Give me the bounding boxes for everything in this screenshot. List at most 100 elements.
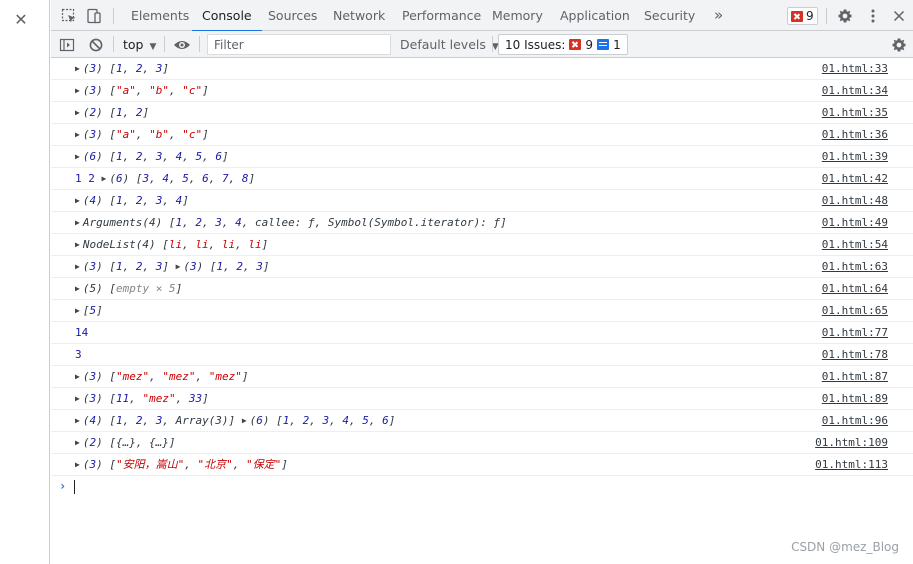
toolbar-divider <box>826 8 827 24</box>
toolbar-divider <box>164 36 165 52</box>
issues-error-count: 9 <box>585 37 594 52</box>
source-link[interactable]: 01.html:48 <box>822 190 888 211</box>
console-message[interactable]: ▶ (3) ["安阳，嵩山", "北京", "保定"] <box>75 454 288 475</box>
close-devtools-icon[interactable] <box>891 8 907 24</box>
filter-input[interactable] <box>207 34 391 55</box>
source-link[interactable]: 01.html:49 <box>822 212 888 233</box>
console-message[interactable]: ▶ (5) [empty × 5] <box>75 278 182 299</box>
tab-memory[interactable]: Memory <box>492 0 543 31</box>
source-link[interactable]: 01.html:96 <box>822 410 888 431</box>
devtools-tabbar: Elements Console Sources Network Perform… <box>51 0 913 32</box>
console-row: ▶ (3) [1, 2, 3] ▶ (3) [1, 2, 3] 01.html:63 <box>51 256 913 278</box>
console-message[interactable]: ▶ (3) ["a", "b", "c"] <box>75 80 209 101</box>
settings-gear-icon[interactable] <box>837 8 853 24</box>
source-link[interactable]: 01.html:87 <box>822 366 888 387</box>
console-message[interactable]: ▶ (3) [11, "mez", 33] <box>75 388 209 409</box>
console-toolbar: top ▼ Default levels▼ 10 Issues: 9 1 <box>51 31 913 58</box>
log-levels-label: Default levels <box>400 37 486 52</box>
issues-button[interactable]: 10 Issues: 9 1 <box>498 34 628 55</box>
source-link[interactable]: 01.html:63 <box>822 256 888 277</box>
console-message[interactable]: ▶ NodeList(4) [li, li, li, li] <box>75 234 268 255</box>
console-row: ▶ (3) [11, "mez", 33] 01.html:89 <box>51 388 913 410</box>
source-link[interactable]: 01.html:54 <box>822 234 888 255</box>
console-row: ▶ (6) [1, 2, 3, 4, 5, 6] 01.html:39 <box>51 146 913 168</box>
devtools-panel: Elements Console Sources Network Perform… <box>51 0 913 564</box>
console-row: ▶ (3) ["a", "b", "c"] 01.html:36 <box>51 124 913 146</box>
source-link[interactable]: 01.html:113 <box>815 454 888 475</box>
console-message[interactable]: 1 2 ▶ (6) [3, 4, 5, 6, 7, 8] <box>75 168 255 189</box>
log-levels-dropdown[interactable]: Default levels ▼ <box>400 31 499 58</box>
source-link[interactable]: 01.html:42 <box>822 168 888 189</box>
live-expression-eye-icon[interactable] <box>173 37 190 53</box>
error-icon <box>791 10 803 22</box>
toolbar-divider <box>492 36 493 52</box>
prompt-chevron-icon: › <box>59 479 67 493</box>
close-icon[interactable]: ✕ <box>13 12 29 28</box>
tab-sources[interactable]: Sources <box>268 0 317 31</box>
text-cursor <box>74 480 75 494</box>
tab-console[interactable]: Console <box>192 0 262 32</box>
error-count-badge[interactable]: 9 <box>787 7 818 25</box>
console-message[interactable]: 3 <box>75 344 82 365</box>
source-link[interactable]: 01.html:65 <box>822 300 888 321</box>
console-row: ▶ (3) ["mez", "mez", "mez"] 01.html:87 <box>51 366 913 388</box>
console-message[interactable]: ▶ (3) [1, 2, 3] <box>75 58 169 79</box>
more-options-icon[interactable] <box>865 8 881 24</box>
show-sidebar-icon[interactable] <box>59 37 75 53</box>
tab-network[interactable]: Network <box>333 0 385 31</box>
context-value: top <box>123 37 144 52</box>
context-selector[interactable]: top ▼ <box>123 31 156 58</box>
console-settings-gear-icon[interactable] <box>891 37 907 53</box>
chevron-down-icon: ▼ <box>149 42 157 52</box>
tab-elements[interactable]: Elements <box>131 0 189 31</box>
issues-message-count: 1 <box>613 37 621 52</box>
console-row: ▶ (4) [1, 2, 3, Array(3)] ▶ (6) [1, 2, 3, … <box>51 410 913 432</box>
console-message[interactable]: ▶ (2) [{…}, {…}] <box>75 432 176 453</box>
watermark: CSDN @mez_Blog <box>791 540 899 554</box>
console-row: 14 01.html:77 <box>51 322 913 344</box>
message-icon <box>597 39 610 50</box>
error-count: 9 <box>806 9 814 23</box>
console-message[interactable]: ▶ (3) [1, 2, 3] ▶ (3) [1, 2, 3] <box>75 256 270 277</box>
tab-performance[interactable]: Performance <box>402 0 481 31</box>
tab-application[interactable]: Application <box>560 0 630 31</box>
console-message[interactable]: ▶ (3) ["mez", "mez", "mez"] <box>75 366 248 387</box>
console-message[interactable]: ▶ (4) [1, 2, 3, 4] <box>75 190 189 211</box>
source-link[interactable]: 01.html:77 <box>822 322 888 343</box>
console-message[interactable]: ▶ [5] <box>75 300 103 321</box>
console-row: 3 01.html:78 <box>51 344 913 366</box>
source-link[interactable]: 01.html:36 <box>822 124 888 145</box>
source-link[interactable]: 01.html:33 <box>822 58 888 79</box>
source-link[interactable]: 01.html:109 <box>815 432 888 453</box>
source-link[interactable]: 01.html:89 <box>822 388 888 409</box>
console-row: ▶ Arguments(4) [1, 2, 3, 4, callee: ƒ, Sy… <box>51 212 913 234</box>
toolbar-divider <box>199 36 200 52</box>
console-output: ▶ (3) [1, 2, 3] 01.html:33 ▶ (3) ["a", "b", … <box>51 58 913 564</box>
error-icon <box>569 39 582 50</box>
console-message[interactable]: ▶ (3) ["a", "b", "c"] <box>75 124 209 145</box>
console-message[interactable]: ▶ (2) [1, 2] <box>75 102 149 123</box>
left-pane: ✕ <box>0 0 50 564</box>
console-message[interactable]: 14 <box>75 322 88 343</box>
source-link[interactable]: 01.html:39 <box>822 146 888 167</box>
console-message[interactable]: ▶ Arguments(4) [1, 2, 3, 4, callee: ƒ, Sy… <box>75 212 507 233</box>
source-link[interactable]: 01.html:78 <box>822 344 888 365</box>
console-message[interactable]: ▶ (6) [1, 2, 3, 4, 5, 6] <box>75 146 229 167</box>
console-row: ▶ (4) [1, 2, 3, 4] 01.html:48 <box>51 190 913 212</box>
toolbar-divider <box>113 36 114 52</box>
issues-label: 10 Issues: <box>505 37 566 52</box>
source-link[interactable]: 01.html:35 <box>822 102 888 123</box>
console-message[interactable]: ▶ (4) [1, 2, 3, Array(3)] ▶ (6) [1, 2, 3, … <box>75 410 395 431</box>
console-row: ▶ NodeList(4) [li, li, li, li] 01.html:54 <box>51 234 913 256</box>
console-row: 1 2 ▶ (6) [3, 4, 5, 6, 7, 8] 01.html:42 <box>51 168 913 190</box>
inspect-element-icon[interactable] <box>61 8 77 24</box>
clear-console-icon[interactable] <box>88 37 104 53</box>
console-row: ▶ (3) [1, 2, 3] 01.html:33 <box>51 58 913 80</box>
source-link[interactable]: 01.html:34 <box>822 80 888 101</box>
console-prompt[interactable]: › <box>51 476 913 498</box>
source-link[interactable]: 01.html:64 <box>822 278 888 299</box>
more-tabs-icon[interactable]: » <box>714 0 723 31</box>
console-row: ▶ (5) [empty × 5] 01.html:64 <box>51 278 913 300</box>
tab-security[interactable]: Security <box>644 0 695 31</box>
device-toolbar-icon[interactable] <box>86 8 102 24</box>
